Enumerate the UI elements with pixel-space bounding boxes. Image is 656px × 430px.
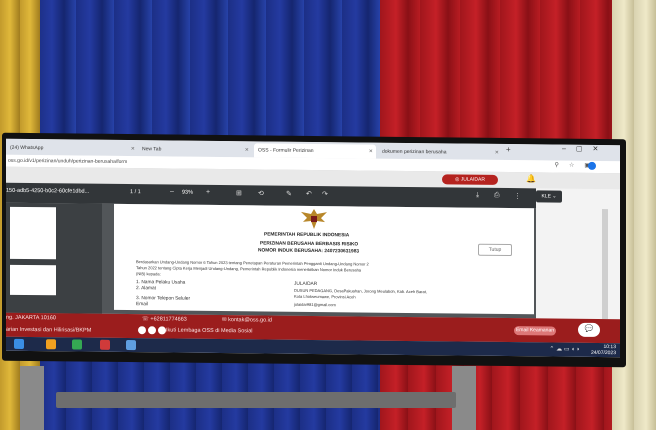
doc-nib: NOMOR INDUK BERUSAHA: 2407230631983 <box>258 248 360 255</box>
download-icon[interactable]: ⤓ <box>476 192 479 200</box>
system-tray-icon[interactable]: ⌃ ☁ ▭ ◖ ◗ <box>549 345 580 352</box>
new-tab-icon[interactable]: + <box>506 145 511 154</box>
doc-paragraph: (NIB) kepada: <box>136 271 161 277</box>
user-button[interactable]: ◎ JULAIDAR <box>442 174 498 185</box>
field-label: 1. Nama Pelaku Usaha <box>136 280 186 286</box>
zoom-in-icon[interactable]: + <box>206 189 210 196</box>
chat-icon[interactable]: 💬 <box>578 322 600 337</box>
close-icon[interactable]: ✕ <box>245 143 249 157</box>
start-icon[interactable] <box>14 338 24 349</box>
redo-icon[interactable]: ↷ <box>322 190 328 198</box>
window-controls-icon[interactable]: –▢✕ <box>562 145 608 153</box>
red-curtain <box>380 0 612 160</box>
pdf-page-indicator[interactable]: 1 / 1 <box>130 189 141 195</box>
page-thumbnail[interactable] <box>10 206 56 260</box>
pdf-viewer: PEMERINTAH REPUBLIK INDONESIA PERIZINAN … <box>6 202 536 319</box>
field-label: 3. Nomor Telepon Seluler <box>136 296 191 302</box>
tab-whatsapp[interactable]: (24) WhatsApp ✕ <box>6 141 138 156</box>
profile-avatar[interactable] <box>588 161 596 170</box>
footer-phone: ☏ +62811774663 <box>142 316 187 323</box>
screen: (24) WhatsApp ✕ New Tab ✕ OSS - Formulir… <box>6 138 620 358</box>
report-button[interactable]: Email Keamanan <box>514 326 556 336</box>
close-icon[interactable]: ✕ <box>495 146 499 160</box>
close-icon[interactable]: ✕ <box>369 145 373 159</box>
app-icon[interactable] <box>126 340 136 351</box>
doc-paragraph: Tahun 2022 tentang Cipta Kerja Menjadi U… <box>136 265 362 273</box>
pdf-zoom-level: 93% <box>182 189 194 196</box>
close-button[interactable]: Tutup <box>478 243 512 257</box>
doc-heading: PEMERINTAH REPUBLIK INDONESIA <box>264 232 350 239</box>
doc-title: PERIZINAN BERUSAHA BERBASIS RISIKO <box>260 241 359 248</box>
zoom-out-icon[interactable]: – <box>170 188 174 195</box>
photo-scene: (24) WhatsApp ✕ New Tab ✕ OSS - Formulir… <box>0 0 656 430</box>
tab-document[interactable]: dokumen perizinan berusaha ✕ <box>378 145 502 160</box>
field-value: Kota Lhokseumawe, Provinsi Aceh <box>294 293 356 300</box>
print-icon[interactable]: ⎙ <box>494 192 500 200</box>
undo-icon[interactable]: ↶ <box>306 190 312 198</box>
tab-oss-form[interactable]: OSS - Formulir Perizinan ✕ <box>254 143 376 159</box>
field-value: julaidar981@gmail.com <box>294 301 336 308</box>
garuda-emblem <box>301 209 327 229</box>
facebook-icon[interactable] <box>148 326 156 335</box>
footer-email: ✉ kontak@oss.go.id <box>222 317 272 324</box>
fit-page-icon[interactable]: ⊞ <box>236 189 242 197</box>
close-icon[interactable]: ✕ <box>131 142 135 156</box>
rotate-icon[interactable]: ⟲ <box>258 189 264 197</box>
app-icon[interactable] <box>100 339 110 350</box>
chrome-icon[interactable] <box>72 339 82 350</box>
footer-ministry: arian Investasi dan Hilirisasi/BKPM <box>6 326 92 334</box>
taskbar-clock[interactable]: 10:13 24/07/2023 <box>591 344 616 356</box>
pdf-page: PEMERINTAH REPUBLIK INDONESIA PERIZINAN … <box>114 203 534 315</box>
select-dropdown[interactable]: KLE ⌄ <box>536 190 562 203</box>
thumbnail-sidebar <box>6 202 102 314</box>
tab-new-tab[interactable]: New Tab ✕ <box>138 142 252 157</box>
instagram-icon[interactable] <box>138 326 146 335</box>
field-label: 2. Alamat <box>136 286 156 292</box>
tv-stand <box>56 392 456 408</box>
scrollbar[interactable] <box>602 209 608 320</box>
stand-leg-left <box>20 366 44 430</box>
bell-icon[interactable]: 🔔 <box>526 174 536 183</box>
monitor: (24) WhatsApp ✕ New Tab ✕ OSS - Formulir… <box>2 132 626 368</box>
explorer-icon[interactable] <box>46 339 56 350</box>
footer-social-caption: Ikuti Lembaga OSS di Media Sosial <box>166 327 253 335</box>
field-label: Email <box>136 302 148 308</box>
draw-icon[interactable]: ✎ <box>286 190 292 198</box>
pdf-file-name: 150-adb5-4250-b0c2-60cfe1dbd... <box>6 187 90 195</box>
more-icon[interactable]: ⋮ <box>514 192 521 200</box>
footer-address: ng. JAKARTA 10160 <box>6 314 56 322</box>
field-value: JULAIDAR <box>294 281 318 288</box>
url-text: oss.go.id/v1/perizinan/unduh/perizinan-b… <box>8 157 128 166</box>
page-thumbnail[interactable] <box>10 264 56 296</box>
youtube-icon[interactable] <box>158 326 166 335</box>
